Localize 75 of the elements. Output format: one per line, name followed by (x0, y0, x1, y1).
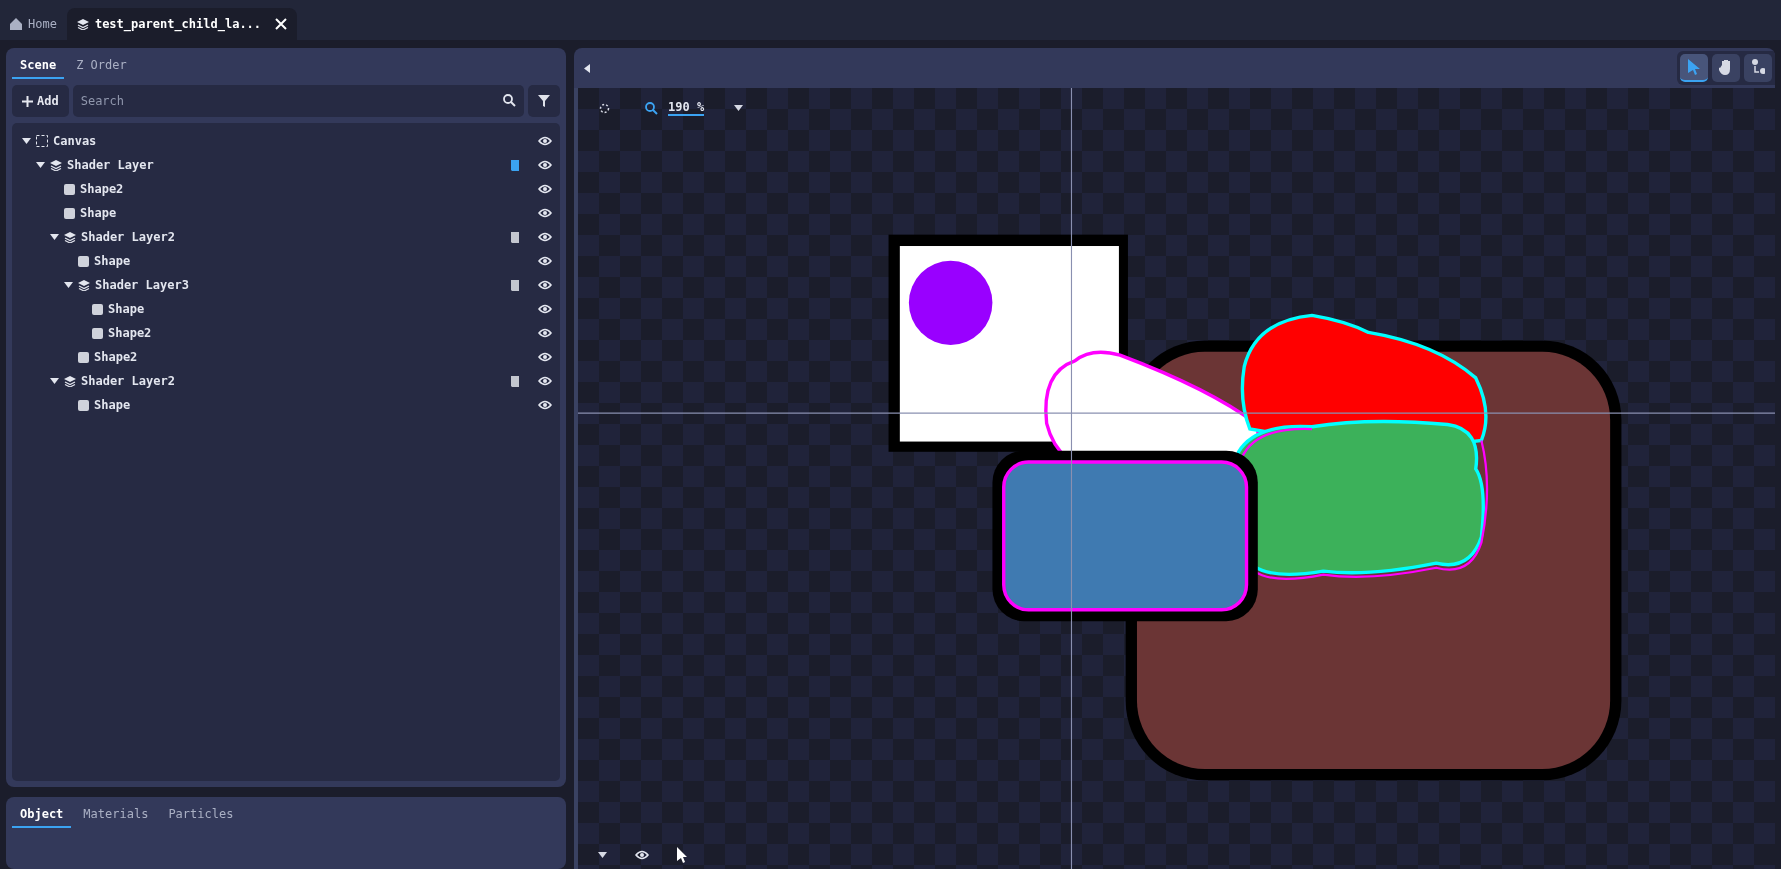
layers-icon (76, 18, 89, 30)
tree-item-label[interactable]: Shape (108, 302, 145, 316)
eye-icon[interactable] (538, 400, 552, 410)
pivot-icon (1751, 59, 1765, 75)
caret-icon[interactable] (35, 162, 45, 168)
filter-icon (538, 95, 550, 107)
tree-item-label[interactable]: Shader Layer2 (81, 374, 175, 388)
layers-icon (64, 375, 76, 387)
square-icon (92, 327, 103, 339)
eye-icon[interactable] (538, 160, 552, 170)
eye-icon[interactable] (538, 376, 552, 386)
zoom-field[interactable]: 190 % (668, 100, 705, 116)
eye-icon[interactable] (635, 850, 649, 860)
pointer-icon (1687, 59, 1701, 75)
square-icon (78, 255, 89, 267)
layers-icon (50, 159, 62, 171)
eye-icon[interactable] (538, 304, 552, 314)
add-button[interactable]: Add (12, 85, 69, 117)
layers-icon (78, 279, 90, 291)
caret-icon[interactable] (49, 378, 59, 384)
tree-item-label[interactable]: Shape2 (94, 350, 138, 364)
tree-item-label[interactable]: Shape2 (108, 326, 152, 340)
tree-item-label[interactable]: Shape (80, 206, 117, 220)
caret-icon[interactable] (598, 852, 607, 858)
panel-tab[interactable]: Z Order (68, 54, 135, 79)
search-icon[interactable] (503, 94, 516, 107)
eye-icon[interactable] (538, 184, 552, 194)
panel-tab[interactable]: Materials (75, 803, 157, 828)
panel-tab[interactable]: Object (12, 803, 72, 828)
panel-tab[interactable]: Scene (12, 54, 65, 79)
tree-item-label[interactable]: Shader Layer2 (81, 230, 175, 244)
hand-icon (1719, 59, 1733, 75)
square-icon (92, 303, 103, 315)
caret-icon[interactable] (63, 282, 73, 288)
tree-item-label[interactable]: Shape2 (80, 182, 124, 196)
tree-item-label[interactable]: Shader Layer (67, 158, 154, 172)
material-icon[interactable] (510, 279, 520, 291)
eye-icon[interactable] (538, 328, 552, 338)
tree-item-label[interactable]: Shape (94, 398, 131, 412)
caret-icon[interactable] (49, 234, 59, 240)
material-icon[interactable] (510, 159, 520, 171)
eye-icon[interactable] (538, 352, 552, 362)
eye-icon[interactable] (538, 256, 552, 266)
dashed-square-icon (36, 135, 48, 147)
crosshair-icon[interactable] (598, 101, 611, 115)
close-icon[interactable] (275, 18, 288, 30)
tree-item-label[interactable]: Canvas (53, 134, 97, 148)
search-icon (645, 101, 658, 115)
tool-button[interactable] (1680, 54, 1708, 82)
document-tab[interactable]: Home (0, 8, 67, 40)
square-icon (78, 351, 89, 363)
dropdown-caret-icon[interactable] (734, 105, 744, 111)
panel-tab[interactable]: Particles (160, 803, 242, 828)
filter-button[interactable] (528, 85, 560, 117)
tool-button[interactable] (1712, 54, 1740, 82)
square-icon (78, 399, 89, 411)
tree-item-label[interactable]: Shape (94, 254, 131, 268)
document-tab[interactable]: test_parent_child_la... (66, 8, 298, 40)
home-icon (10, 18, 22, 30)
eye-icon[interactable] (538, 208, 552, 218)
layers-icon (64, 231, 76, 243)
eye-icon[interactable] (538, 280, 552, 290)
search-field[interactable]: Search (72, 85, 524, 117)
square-icon (64, 207, 75, 219)
eye-icon[interactable] (538, 232, 552, 242)
material-icon[interactable] (510, 231, 520, 243)
tree-item-label[interactable]: Shader Layer3 (95, 278, 189, 292)
plus-icon (22, 95, 33, 107)
caret-icon[interactable] (21, 138, 31, 144)
material-icon[interactable] (510, 375, 520, 387)
square-icon (64, 183, 75, 195)
mouse-cursor-icon (677, 847, 687, 863)
eye-icon[interactable] (538, 136, 552, 146)
tool-button[interactable] (1744, 54, 1772, 82)
collapse-arrow-icon[interactable] (584, 63, 590, 73)
